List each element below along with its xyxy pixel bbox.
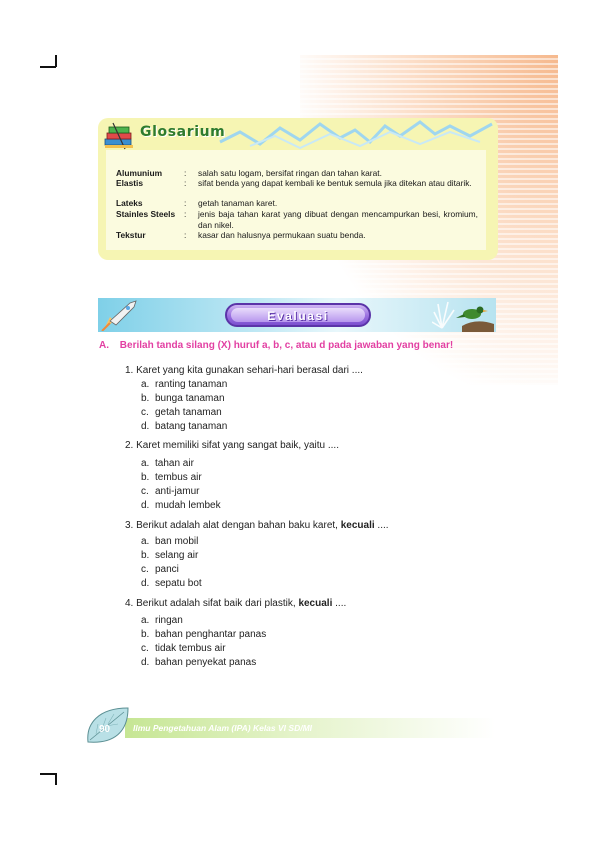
glossary-term: Elastis	[116, 178, 144, 188]
answer-option: d. bahan penyekat panas	[141, 657, 256, 668]
evaluation-title-pill: Evaluasi	[225, 303, 371, 327]
question-number: 2.	[125, 440, 134, 451]
question-text: Karet yang kita gunakan sehari-hari bera…	[136, 365, 363, 376]
question-tail: ....	[332, 598, 347, 609]
section-prefix: A.	[99, 340, 109, 351]
glossary-title: Glosarium	[140, 124, 226, 140]
crop-mark-top	[40, 66, 56, 68]
glossary-definition: salah satu logam, bersifat ringan dan ta…	[198, 168, 382, 178]
answer-option: a. ranting tanaman	[141, 379, 227, 390]
option-letter: b.	[141, 393, 150, 404]
question-text: Berikut adalah sifat baik dari plastik,	[136, 598, 299, 609]
option-text: bahan penyekat panas	[155, 657, 257, 668]
page-number: 90	[99, 724, 111, 735]
glossary-definition: sifat benda yang dapat kembali ke bentuk…	[198, 178, 472, 188]
glossary-definition: jenis baja tahan karat yang dibuat denga…	[198, 209, 478, 230]
option-letter: b.	[141, 550, 150, 561]
glossary-colon: :	[184, 230, 187, 240]
bird-icon	[432, 301, 494, 332]
option-letter: a.	[141, 615, 150, 626]
option-text: tahan air	[155, 458, 194, 469]
answer-option: d. batang tanaman	[141, 421, 227, 432]
option-text: mudah lembek	[155, 500, 221, 511]
option-text: anti-jamur	[155, 486, 200, 497]
answer-option: b. bahan penghantar panas	[141, 629, 266, 640]
evaluation-title: Evaluasi	[267, 309, 329, 323]
option-text: tidak tembus air	[155, 643, 226, 654]
glossary-term: Lateks	[116, 198, 143, 208]
question-number: 3.	[125, 520, 134, 531]
option-text: ringan	[155, 615, 183, 626]
answer-option: b. tembus air	[141, 472, 202, 483]
answer-option: a. tahan air	[141, 458, 194, 469]
option-text: selang air	[155, 550, 199, 561]
option-letter: d.	[141, 657, 150, 668]
option-text: panci	[155, 564, 179, 575]
option-letter: b.	[141, 629, 150, 640]
option-text: sepatu bot	[155, 578, 202, 589]
option-letter: c.	[141, 643, 149, 654]
glossary-term: Tekstur	[116, 230, 146, 240]
answer-option: c. anti-jamur	[141, 486, 199, 497]
option-letter: c.	[141, 407, 149, 418]
question-tail: ....	[374, 520, 389, 531]
section-instruction: Berilah tanda silang (X) huruf a, b, c, …	[119, 340, 454, 351]
glossary-colon: :	[184, 209, 187, 219]
question-text: Berikut adalah alat dengan bahan baku ka…	[136, 520, 341, 531]
option-letter: a.	[141, 536, 150, 547]
question-emphasis: kecuali	[298, 598, 333, 609]
crop-mark-top-vertical	[55, 55, 57, 67]
option-text: getah tanaman	[155, 407, 222, 418]
crop-mark-bottom	[40, 773, 56, 775]
question: 2. Karet memiliki sifat yang sangat baik…	[125, 440, 339, 451]
answer-option: c. tidak tembus air	[141, 643, 226, 654]
question: 1. Karet yang kita gunakan sehari-hari b…	[125, 365, 363, 376]
section-heading: A. Berilah tanda silang (X) huruf a, b, …	[99, 340, 453, 351]
glossary-colon: :	[184, 168, 187, 178]
glossary-term: Stainles Steels	[116, 209, 176, 219]
question: 3. Berikut adalah alat dengan bahan baku…	[125, 520, 389, 531]
option-letter: b.	[141, 472, 150, 483]
option-text: bahan penghantar panas	[155, 629, 267, 640]
glossary-definition: kasar dan halusnya permukaan suatu benda…	[198, 230, 366, 240]
option-text: ranting tanaman	[155, 379, 228, 390]
glossary-definition: getah tanaman karet.	[198, 198, 278, 208]
question: 4. Berikut adalah sifat baik dari plasti…	[125, 598, 346, 609]
question-text: Karet memiliki sifat yang sangat baik, y…	[136, 440, 339, 451]
book-title: Ilmu Pengetahuan Alam (IPA) Kelas VI SD/…	[133, 723, 313, 733]
question-number: 4.	[125, 598, 134, 609]
option-letter: d.	[141, 500, 150, 511]
option-text: bunga tanaman	[155, 393, 225, 404]
option-letter: d.	[141, 578, 150, 589]
answer-option: a. ban mobil	[141, 536, 198, 547]
glossary-colon: :	[184, 198, 187, 208]
books-icon	[104, 122, 133, 150]
option-letter: a.	[141, 379, 150, 390]
glossary-colon: :	[184, 178, 187, 188]
answer-option: d. mudah lembek	[141, 500, 221, 511]
option-text: ban mobil	[155, 536, 199, 547]
option-letter: d.	[141, 421, 150, 432]
question-emphasis: kecuali	[340, 520, 375, 531]
answer-option: d. sepatu bot	[141, 578, 202, 589]
option-letter: c.	[141, 564, 149, 575]
option-letter: a.	[141, 458, 150, 469]
option-letter: c.	[141, 486, 149, 497]
rocket-icon	[101, 300, 137, 331]
answer-option: c. getah tanaman	[141, 407, 222, 418]
answer-option: a. ringan	[141, 615, 183, 626]
option-text: batang tanaman	[155, 421, 228, 432]
answer-option: b. bunga tanaman	[141, 393, 225, 404]
glossary-term: Alumunium	[116, 168, 163, 178]
answer-option: b. selang air	[141, 550, 198, 561]
answer-option: c. panci	[141, 564, 179, 575]
question-number: 1.	[125, 365, 134, 376]
option-text: tembus air	[155, 472, 202, 483]
crop-mark-bottom-vertical	[55, 773, 57, 785]
